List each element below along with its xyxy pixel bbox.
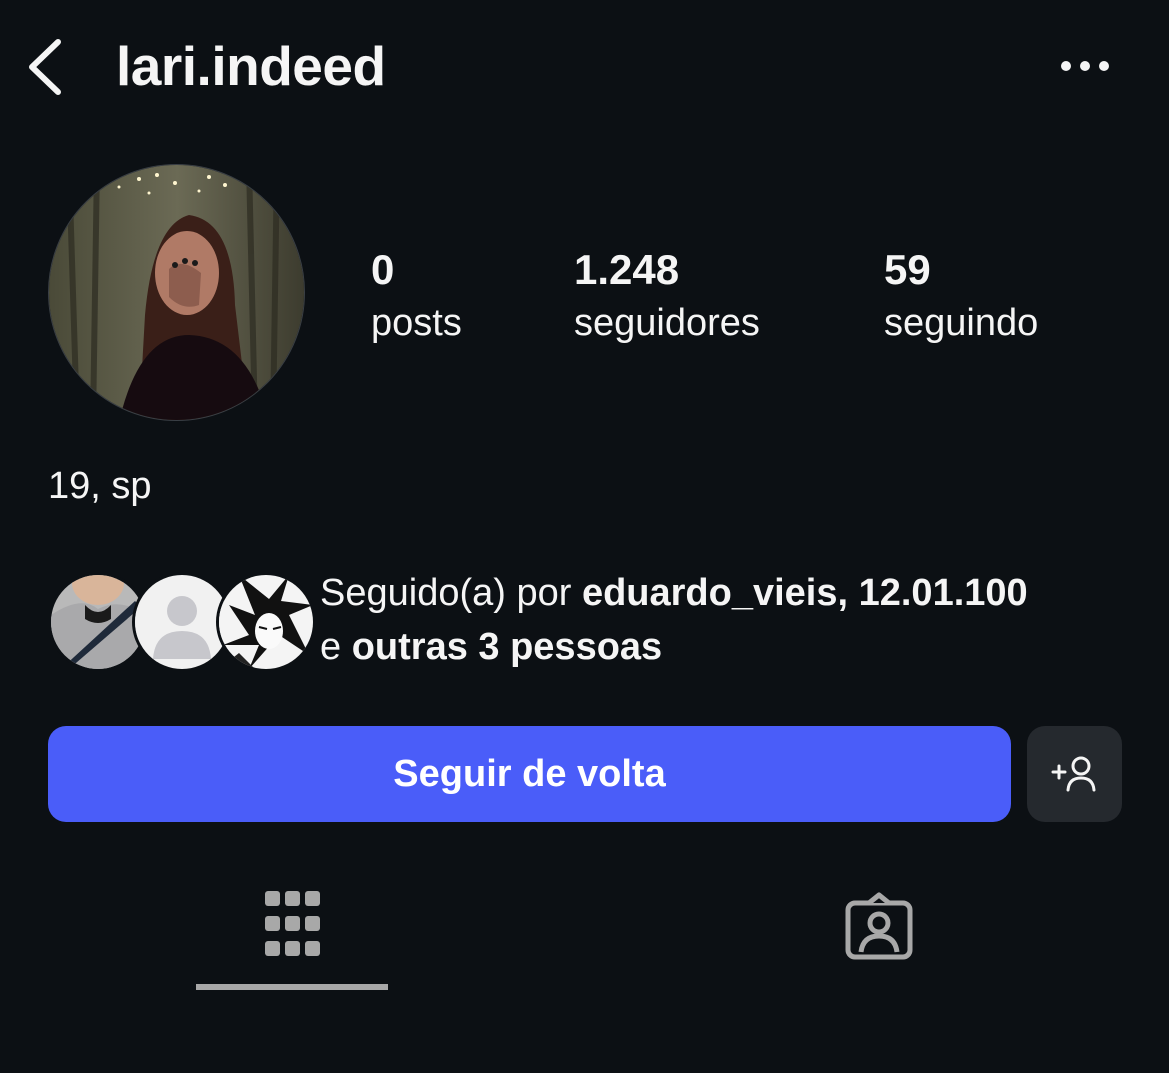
add-person-icon [1051,756,1095,792]
chevron-left-icon [29,39,61,95]
followed-by-others: outras 3 pessoas [351,626,663,668]
followed-by-prefix: Seguido(a) por [320,572,582,614]
more-options-button[interactable] [1052,48,1118,84]
profile-bio: 19, sp [48,465,152,507]
tab-tagged[interactable] [782,880,974,992]
more-horizontal-icon [1061,61,1109,71]
mutual-followers-avatars[interactable] [48,572,316,672]
suggested-accounts-button[interactable] [1027,726,1122,822]
mutual-avatar-3 [216,572,316,672]
follow-back-button[interactable]: Seguir de volta [48,726,1011,822]
tab-posts-grid[interactable] [196,880,388,992]
following-count[interactable]: 59 seguindo [884,244,1038,350]
back-button[interactable] [22,36,70,98]
followers-count-value: 1.248 [574,246,680,293]
followed-by-connector: e [320,626,352,668]
following-count-label: seguindo [884,302,1039,344]
profile-avatar[interactable] [48,164,305,421]
profile-username: lari.indeed [116,35,386,97]
tagged-person-icon [845,892,913,960]
followers-count-label: seguidores [574,302,760,344]
posts-count[interactable]: 0 posts [371,244,462,350]
following-count-value: 59 [884,246,931,293]
selected-tab-indicator [196,984,388,990]
followers-count[interactable]: 1.248 seguidores [574,244,760,350]
posts-count-label: posts [371,302,462,344]
grid-icon [265,891,320,956]
default-user-icon [135,575,229,669]
followed-by-names: eduardo_vieis, 12.01.100 [581,572,1028,614]
followed-by-text[interactable]: Seguido(a) por eduardo_vieis, 12.01.100 e… [320,566,1150,674]
posts-count-value: 0 [371,246,395,293]
profile-photo [49,165,304,420]
